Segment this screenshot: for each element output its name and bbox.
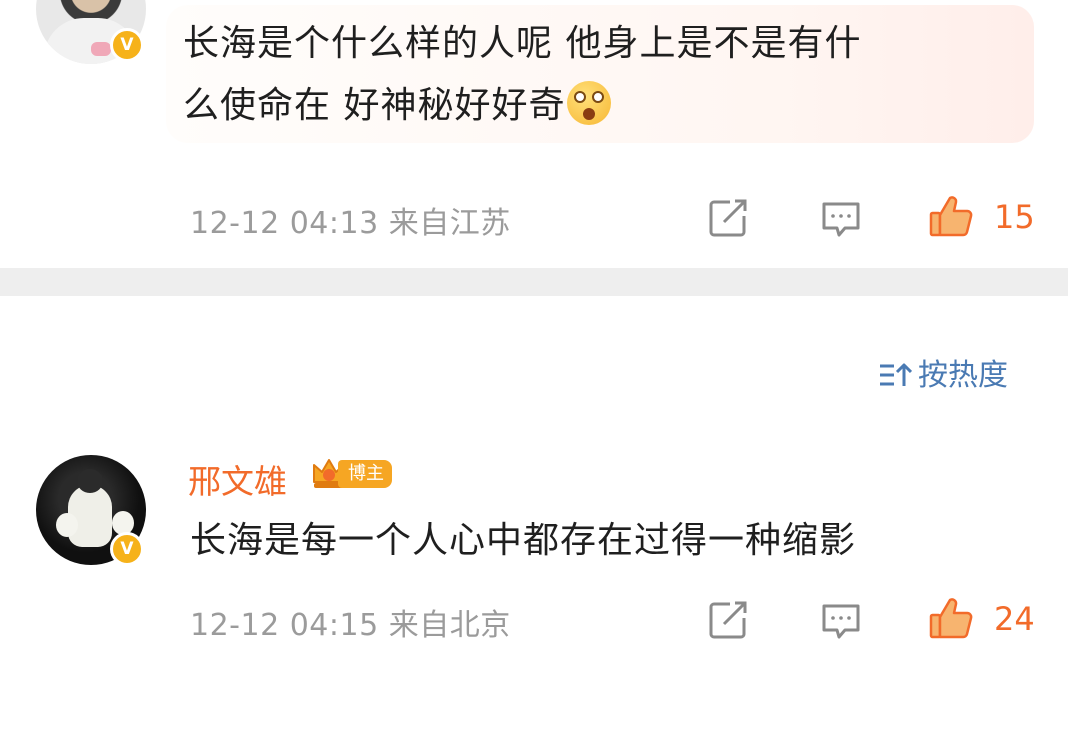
comment-time: 12-12 04:15 xyxy=(190,608,379,643)
verified-badge-icon: V xyxy=(110,28,144,62)
avatar-bear-head xyxy=(77,469,103,493)
section-divider xyxy=(0,268,1068,296)
host-badge: 博主 xyxy=(338,460,392,488)
comment-meta: 12-12 04:15 来自北京 xyxy=(190,600,511,644)
sort-by-hot-button[interactable]: 按热度 xyxy=(878,350,1008,394)
avatar-shirt-print xyxy=(91,42,111,56)
comment-username[interactable]: 邢文雄 xyxy=(188,455,287,503)
sort-icon xyxy=(880,363,912,386)
comment-text-line: 么使命在 好神秘好好奇 xyxy=(183,75,612,137)
share-icon[interactable] xyxy=(708,600,750,640)
comment-time: 12-12 04:13 xyxy=(190,206,379,241)
verified-badge-icon: V xyxy=(110,532,144,566)
like-count: 24 xyxy=(994,600,1035,638)
comment-text-line: 长海是个什么样的人呢 他身上是不是有什 xyxy=(183,23,862,64)
share-icon[interactable] xyxy=(708,198,750,238)
sort-label: 按热度 xyxy=(918,358,1008,393)
comment-icon[interactable] xyxy=(820,602,862,642)
surprised-face-emoji xyxy=(567,81,612,125)
thumbs-up-icon[interactable] xyxy=(928,596,974,640)
comment-list-page: V 长海是个什么样的人呢 他身上是不是有什 么使命在 好神秘好好奇 12-12 … xyxy=(0,0,1068,733)
comment-location: 来自北京 xyxy=(388,608,511,643)
thumbs-up-icon[interactable] xyxy=(928,194,974,238)
comment-icon[interactable] xyxy=(820,200,862,240)
comment-location: 来自江苏 xyxy=(388,206,511,241)
comment-text-segment: 么使命在 好神秘好好奇 xyxy=(183,85,566,126)
like-count: 15 xyxy=(994,198,1035,236)
avatar-bear-cub xyxy=(56,513,78,537)
comment-meta: 12-12 04:13 来自江苏 xyxy=(190,198,511,242)
comment-text-line: 长海是每一个人心中都存在过得一种缩影 xyxy=(190,520,857,561)
